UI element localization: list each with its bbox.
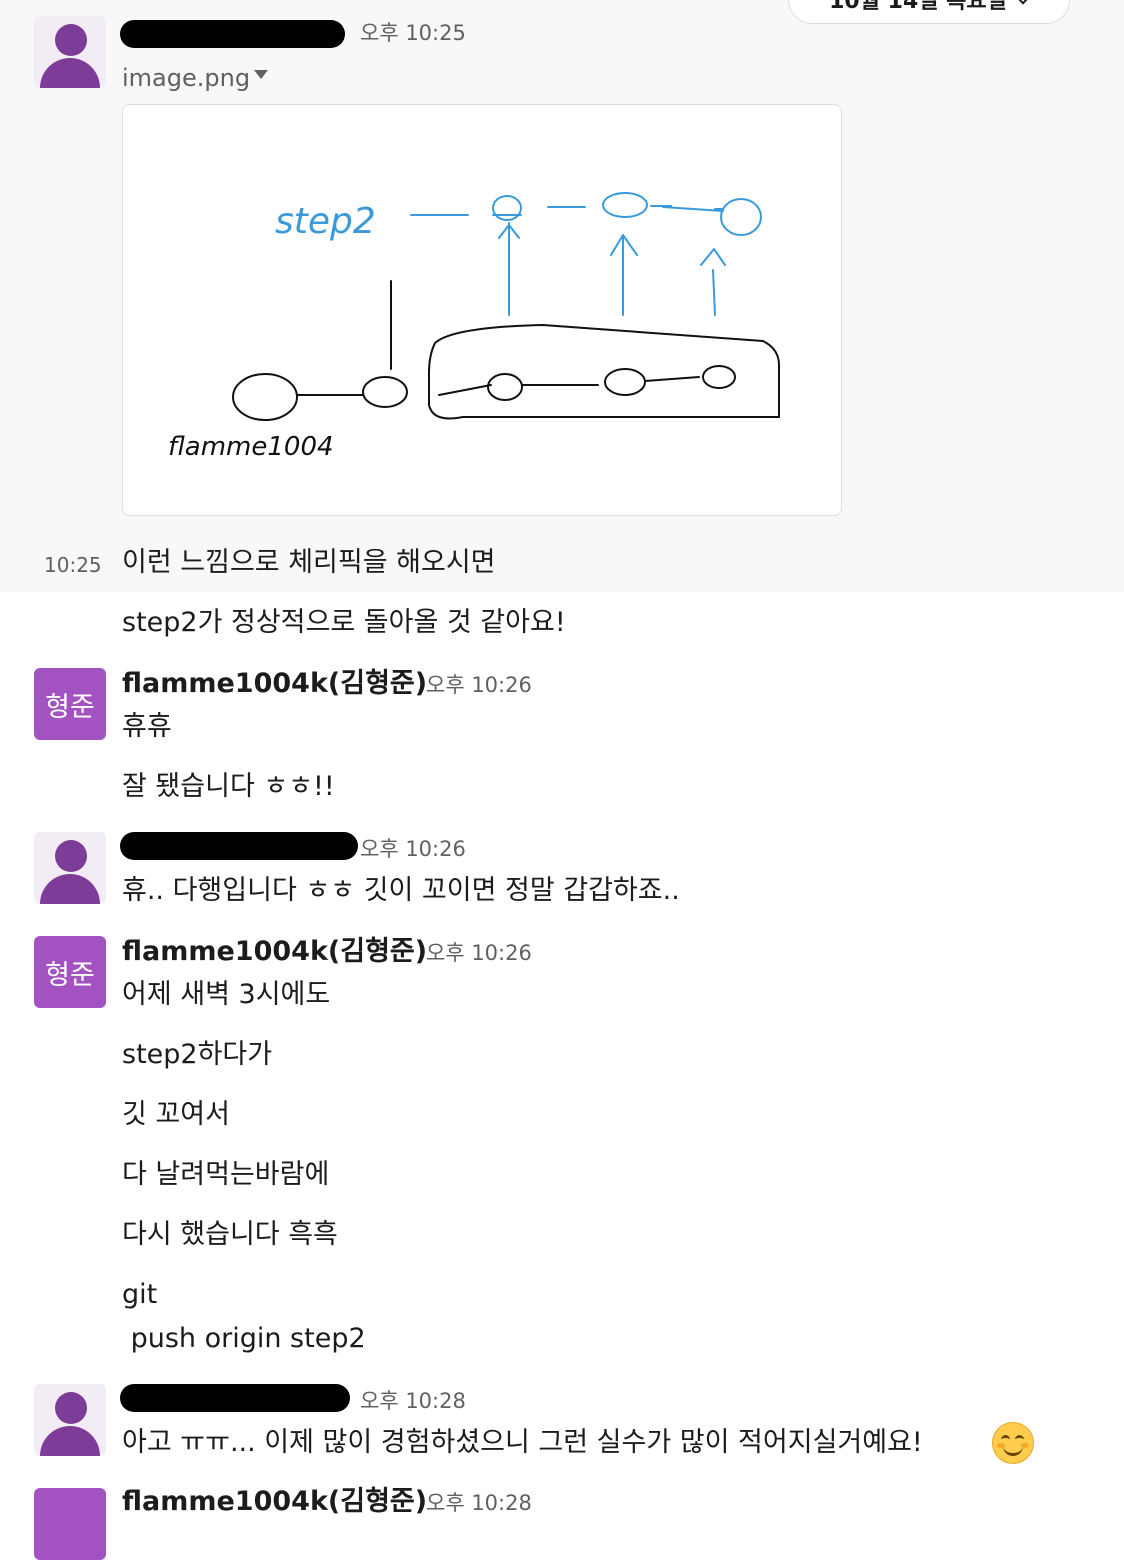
- sketch-commit-node: [362, 376, 408, 408]
- message-text: 휴.. 다행입니다 ㅎㅎ 깃이 꼬이면 정말 갑갑하죠..: [122, 875, 680, 906]
- message-timestamp[interactable]: 오후 10:26: [426, 671, 532, 699]
- message-text: git: [122, 1279, 158, 1310]
- sketch-commit-node: [487, 373, 523, 401]
- message-text: 깃 꼬여서: [122, 1099, 230, 1130]
- author-name[interactable]: flamme1004k(김형준): [122, 1486, 427, 1518]
- user-avatar[interactable]: [34, 1488, 106, 1560]
- smile-emoji-icon: [992, 1422, 1034, 1464]
- message-timestamp[interactable]: 오후 10:26: [360, 835, 466, 863]
- sketch-blue-label: step2: [275, 201, 376, 242]
- user-avatar[interactable]: 형준: [34, 668, 106, 740]
- sketch-commit-node: [602, 192, 648, 218]
- sketch-arrow-up: [610, 205, 672, 316]
- image-attachment[interactable]: step2 flamme1004: [122, 104, 842, 516]
- message-text: 잘 됐습니다 ㅎㅎ!!: [122, 771, 335, 802]
- message-text: 다 날려먹는바람에: [122, 1159, 330, 1190]
- message-text: 다시 했습니다 흑흑: [122, 1219, 338, 1250]
- message-timestamp[interactable]: 오후 10:28: [360, 1387, 466, 1415]
- sketch-commit-node: [232, 373, 298, 421]
- message-text: 이런 느낌으로 체리픽을 해오시면: [122, 547, 496, 578]
- sketch-black-label: flamme1004: [168, 432, 334, 462]
- sketch-commit-node: [492, 195, 522, 221]
- sketch-line: [644, 376, 700, 382]
- user-avatar[interactable]: [34, 1384, 106, 1456]
- caret-down-icon[interactable]: [254, 70, 268, 79]
- date-divider-button[interactable]: 10월 14일 목요일: [788, 0, 1070, 24]
- user-silhouette-icon: [55, 24, 87, 56]
- sketch-commit-node: [604, 368, 646, 396]
- message-text: 아고 ㅠㅠ... 이제 많이 경험하셨으니 그런 실수가 많이 적어지실거예요!: [122, 1427, 923, 1458]
- sketch-arrow-up: [492, 214, 522, 316]
- message-timestamp[interactable]: 오후 10:28: [426, 1489, 532, 1517]
- message-timestamp[interactable]: 오후 10:26: [426, 939, 532, 967]
- author-name[interactable]: flamme1004k(김형준): [122, 668, 427, 700]
- message-text: 휴휴: [122, 711, 172, 742]
- message-timestamp[interactable]: 오후 10:25: [360, 19, 466, 47]
- user-avatar[interactable]: 형준: [34, 936, 106, 1008]
- sketch-group-box: [428, 324, 780, 420]
- user-silhouette-icon: [55, 840, 87, 872]
- redacted-username: [120, 20, 345, 48]
- redacted-username: [120, 1384, 350, 1412]
- message-text: step2하다가: [122, 1039, 273, 1070]
- user-avatar[interactable]: [34, 832, 106, 904]
- author-name[interactable]: flamme1004k(김형준): [122, 936, 427, 968]
- message-text: push origin step2: [122, 1323, 366, 1354]
- user-silhouette-icon: [55, 1392, 87, 1424]
- redacted-username: [120, 832, 358, 860]
- chevron-down-icon: [1014, 0, 1032, 5]
- sketch-commit-node: [702, 365, 736, 389]
- message-text: step2가 정상적으로 돌아올 것 같아요!: [122, 607, 566, 638]
- attachment-filename[interactable]: image.png: [122, 62, 250, 94]
- user-avatar[interactable]: [34, 16, 106, 88]
- sketch-commit-node: [720, 198, 762, 236]
- hover-timestamp[interactable]: 10:25: [44, 548, 102, 582]
- hand-drawn-sketch: step2 flamme1004: [168, 192, 780, 462]
- sketch-line: [438, 384, 492, 396]
- date-divider-label: 10월 14일 목요일: [829, 0, 1007, 14]
- sketch-arrow-up: [700, 208, 726, 316]
- message-text: 어제 새벽 3시에도: [122, 979, 331, 1010]
